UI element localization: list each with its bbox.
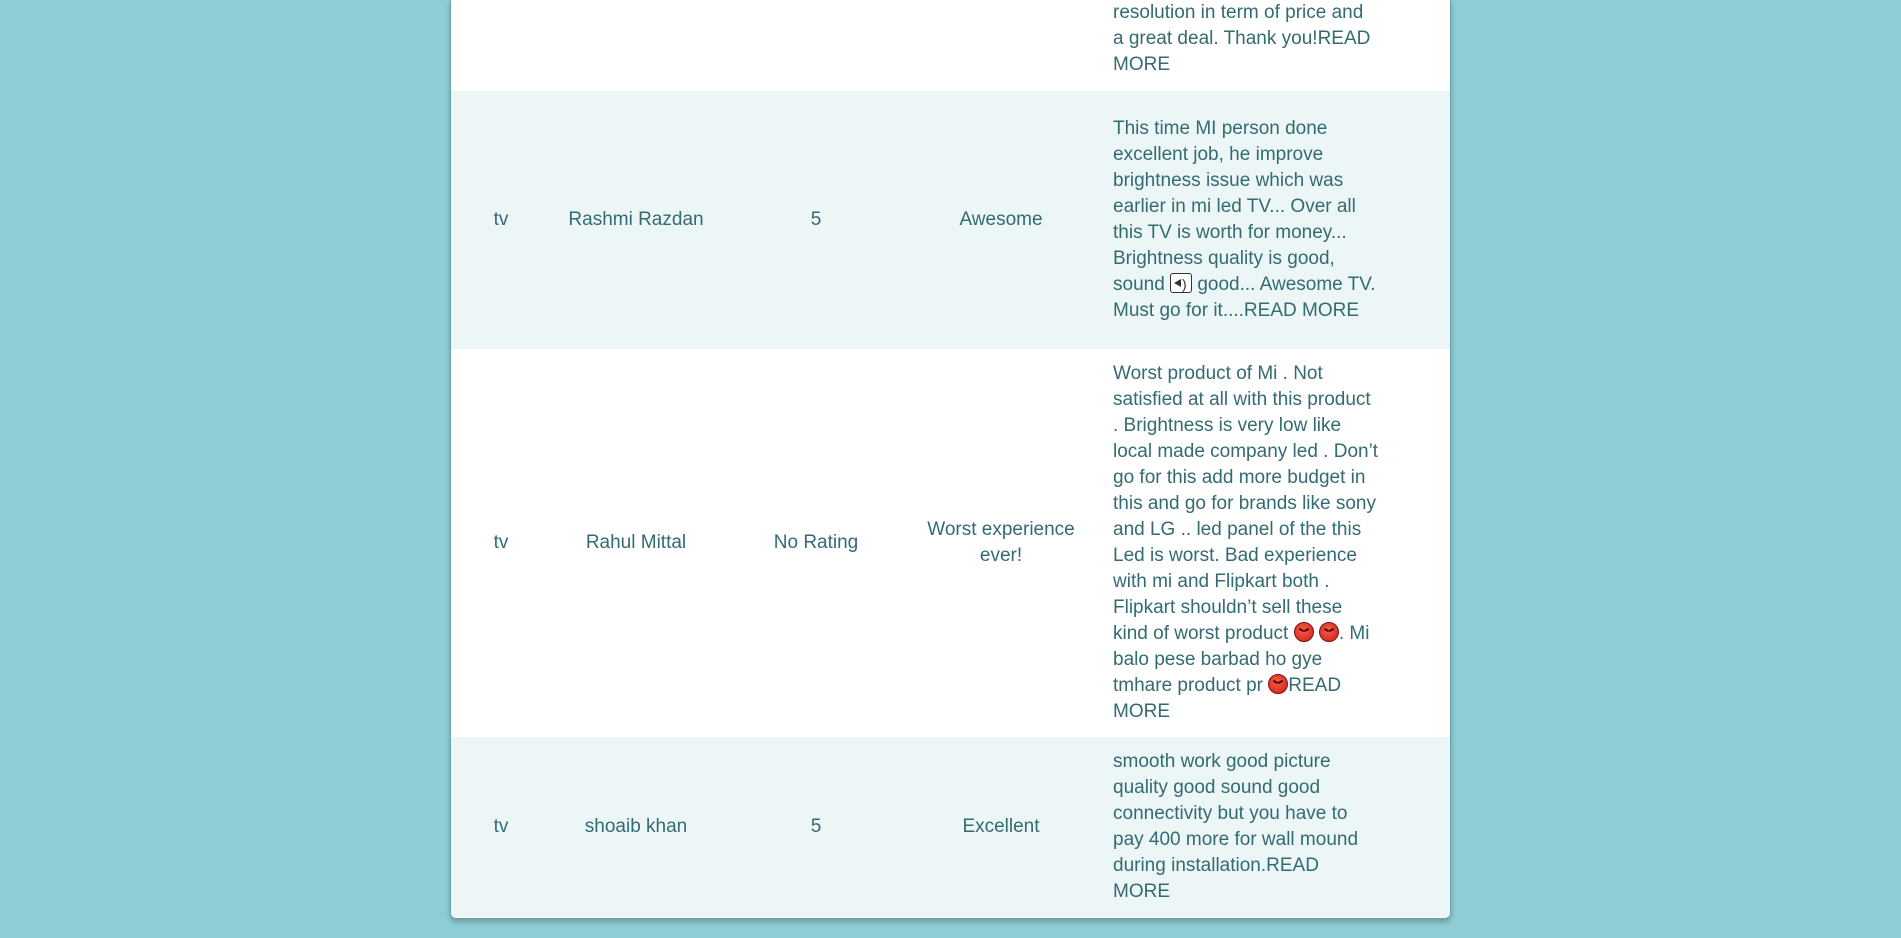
comment-text: This time MI person done excellent job, …	[1113, 116, 1379, 324]
rating-cell: 5	[810, 816, 822, 837]
rating-cell	[721, 0, 911, 91]
product-cell	[451, 0, 551, 91]
reviewer-name-cell: Rahul Mittal	[585, 532, 687, 553]
rating-cell: No Rating	[773, 532, 859, 553]
comment-text: smooth work good picture quality good so…	[1113, 751, 1359, 902]
comment-cell: Worst product of Mi . Not satisfied at a…	[1091, 349, 1450, 737]
review-title-cell: Excellent	[962, 816, 1040, 837]
product-cell: tv	[493, 816, 509, 837]
comment-cell: smooth work good picture quality good so…	[1091, 737, 1450, 917]
rating-cell: 5	[810, 209, 822, 230]
reviews-table-card: resolution in term of price and a great …	[450, 0, 1451, 919]
page: resolution in term of price and a great …	[0, 0, 1901, 938]
comment-text-part: Worst product of Mi . Not satisfied at a…	[1113, 363, 1379, 644]
review-title-cell	[911, 0, 1091, 91]
comment-text: Worst product of Mi . Not satisfied at a…	[1113, 361, 1379, 725]
comment-cell: This time MI person done excellent job, …	[1091, 91, 1450, 349]
review-title-cell: Worst experience ever!	[927, 519, 1075, 566]
reviewer-name-cell: shoaib khan	[584, 816, 688, 837]
reviews-table: resolution in term of price and a great …	[451, 0, 1450, 917]
table-row: tv shoaib khan 5 Excellent smooth work g…	[451, 737, 1450, 917]
review-title-cell: Awesome	[959, 209, 1043, 230]
reviewer-name-cell	[551, 0, 721, 91]
reviewer-name-cell: Rashmi Razdan	[568, 209, 704, 230]
table-row: tv Rahul Mittal No Rating Worst experien…	[451, 349, 1450, 737]
angry-face-icon	[1318, 622, 1339, 642]
product-cell: tv	[493, 209, 509, 230]
angry-face-icon	[1268, 674, 1289, 694]
comment-text-part: This time MI person done excellent job, …	[1113, 118, 1356, 295]
table-row: tv Rashmi Razdan 5 Awesome This time MI …	[451, 91, 1450, 349]
angry-face-icon	[1293, 622, 1314, 642]
speaker-icon	[1170, 271, 1193, 297]
comment-cell: resolution in term of price and a great …	[1091, 0, 1450, 91]
comment-text: resolution in term of price and a great …	[1113, 2, 1371, 75]
table-row: resolution in term of price and a great …	[451, 0, 1450, 91]
product-cell: tv	[493, 532, 509, 553]
